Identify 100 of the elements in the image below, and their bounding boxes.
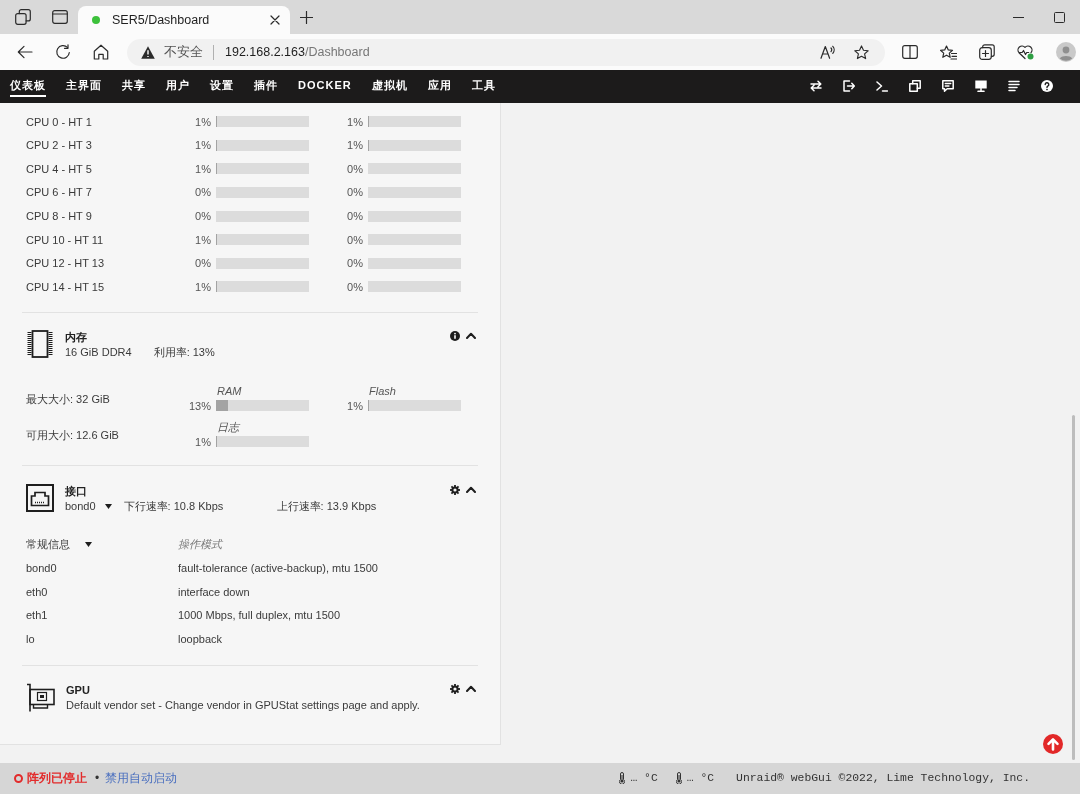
section-title: GPU [66,682,91,698]
favorites-icon[interactable] [940,44,957,60]
gear-icon[interactable] [450,484,460,495]
tab-title: SER5/Dashboard [112,11,210,29]
memory-chip-icon [26,329,54,358]
temperature-reading: … °C [630,771,658,786]
browser-tab[interactable]: SER5/Dashboard [78,6,290,34]
nav-tab[interactable]: 应用 [427,70,452,97]
nav-tab[interactable]: 用户 [166,70,190,97]
split-screen-icon[interactable] [902,45,918,59]
section-title: 接口 [65,483,88,499]
heart-pulse-icon[interactable] [1017,44,1034,60]
nav-tab[interactable]: 插件 [254,70,278,97]
nav-tab[interactable]: DOCKER [298,70,352,97]
cpu-label: CPU 0 - HT 1 [26,114,93,129]
cpu-label: CPU 14 - HT 15 [26,279,106,295]
usage-reading: 0% [194,209,211,224]
meter-label: RAM [217,384,243,397]
info-icon[interactable] [450,330,460,341]
comment-icon[interactable] [942,80,954,92]
meter-label: 日志 [217,420,241,433]
back-arrow-icon[interactable] [17,45,33,59]
nav-tab[interactable]: 仪表板 [10,70,46,97]
nav-tab[interactable]: 工具 [471,70,496,97]
close-icon[interactable] [270,15,280,25]
interface-mode: fault-tolerance (active-backup), mtu 1500 [178,561,378,576]
warning-icon[interactable] [141,45,155,59]
read-aloud-icon[interactable] [820,45,835,59]
chevron-up-icon[interactable] [466,486,476,494]
usage-reading: 0% [346,209,363,224]
home-icon[interactable] [93,44,109,60]
scroll-to-top-icon[interactable] [1043,734,1063,754]
usage-reading: 1% [194,138,211,153]
usage-reading: 0% [346,232,363,247]
list-icon[interactable] [1008,80,1020,92]
usage-text: 利用率: 13% [153,344,215,360]
usage-reading: 0% [346,279,363,295]
help-icon[interactable] [1041,80,1053,92]
usage-reading: 0% [346,161,363,177]
scrollbar-thumb[interactable] [1072,415,1075,760]
plus-icon[interactable] [300,10,313,24]
usage-reading: 1% [194,232,211,247]
logout-icon[interactable] [843,80,855,92]
workspaces-icon[interactable] [15,9,31,25]
cpu-label: CPU 12 - HT 13 [26,256,106,271]
stop-ring-icon [14,774,23,783]
nav-tab[interactable]: 主界面 [66,70,102,97]
copy-icon[interactable] [909,80,921,92]
thermometer-icon [675,772,682,785]
address-bar[interactable]: 不安全 192.168.2.163/Dashboard [127,38,885,66]
caret-icon [85,542,92,548]
avatar-icon[interactable] [1056,42,1076,62]
separator-dot: • [95,770,100,787]
interface-name: bond0 [26,561,58,576]
chevron-up-icon[interactable] [466,685,476,693]
port-select[interactable]: bond0 [65,498,112,514]
collections-icon[interactable] [979,44,995,60]
usage-reading: 1% [194,161,211,177]
usage-reading: 1% [194,279,211,295]
star-icon[interactable] [854,44,869,60]
interface-mode: interface down [178,584,250,599]
cpu-label: CPU 4 - HT 5 [26,161,93,177]
meter-label: Flash [369,384,397,397]
copyright-text: Unraid® webGui ©2022, Lime Technology, Inc. [736,771,1030,786]
cpu-label: CPU 6 - HT 7 [26,185,93,200]
minimize-icon[interactable] [1013,16,1024,18]
usage-reading: 1% [346,138,363,153]
autostart-link[interactable]: 禁用自动启动 [105,770,178,787]
memory-size-text: 可用大小: 12.6 GiB [26,427,120,442]
swap-arrows-icon[interactable] [810,80,822,92]
usage-reading: 13% [187,398,211,413]
thermometer-icon [619,772,626,785]
terminal-icon[interactable] [876,80,888,92]
usage-reading: 0% [194,185,211,200]
interface-mode: loopback [178,631,223,647]
maximize-icon[interactable] [1054,11,1065,23]
ethernet-port-icon [26,483,54,512]
monitor-icon[interactable] [975,80,987,92]
column-header: 操作模式 [178,537,222,552]
nav-tab[interactable]: 共享 [122,70,146,97]
graphics-card-icon [26,682,55,712]
cpu-label: CPU 2 - HT 3 [26,138,93,153]
tab-panel-icon[interactable] [52,10,68,24]
refresh-icon[interactable] [55,44,71,60]
usage-reading: 0% [346,185,363,200]
memory-module-text: 16 GiB DDR4 [65,344,132,360]
gear-icon[interactable] [450,683,460,694]
security-label[interactable]: 不安全 [164,43,203,61]
nav-tab[interactable]: 虚拟机 [371,70,408,97]
nav-tab[interactable]: 设置 [210,70,234,97]
view-select[interactable]: 常规信息 [26,537,92,553]
cpu-label: CPU 8 - HT 9 [26,209,93,224]
interface-name: lo [26,631,36,647]
status-dot-icon [92,16,100,24]
interface-mode: 1000 Mbps, full duplex, mtu 1500 [178,608,341,623]
usage-reading: 0% [346,256,363,271]
interface-name: eth0 [26,584,49,599]
cpu-label: CPU 10 - HT 11 [26,232,105,247]
upload-rate: 上行速率: 13.9 Kbps [276,498,377,514]
chevron-up-icon[interactable] [466,332,476,340]
